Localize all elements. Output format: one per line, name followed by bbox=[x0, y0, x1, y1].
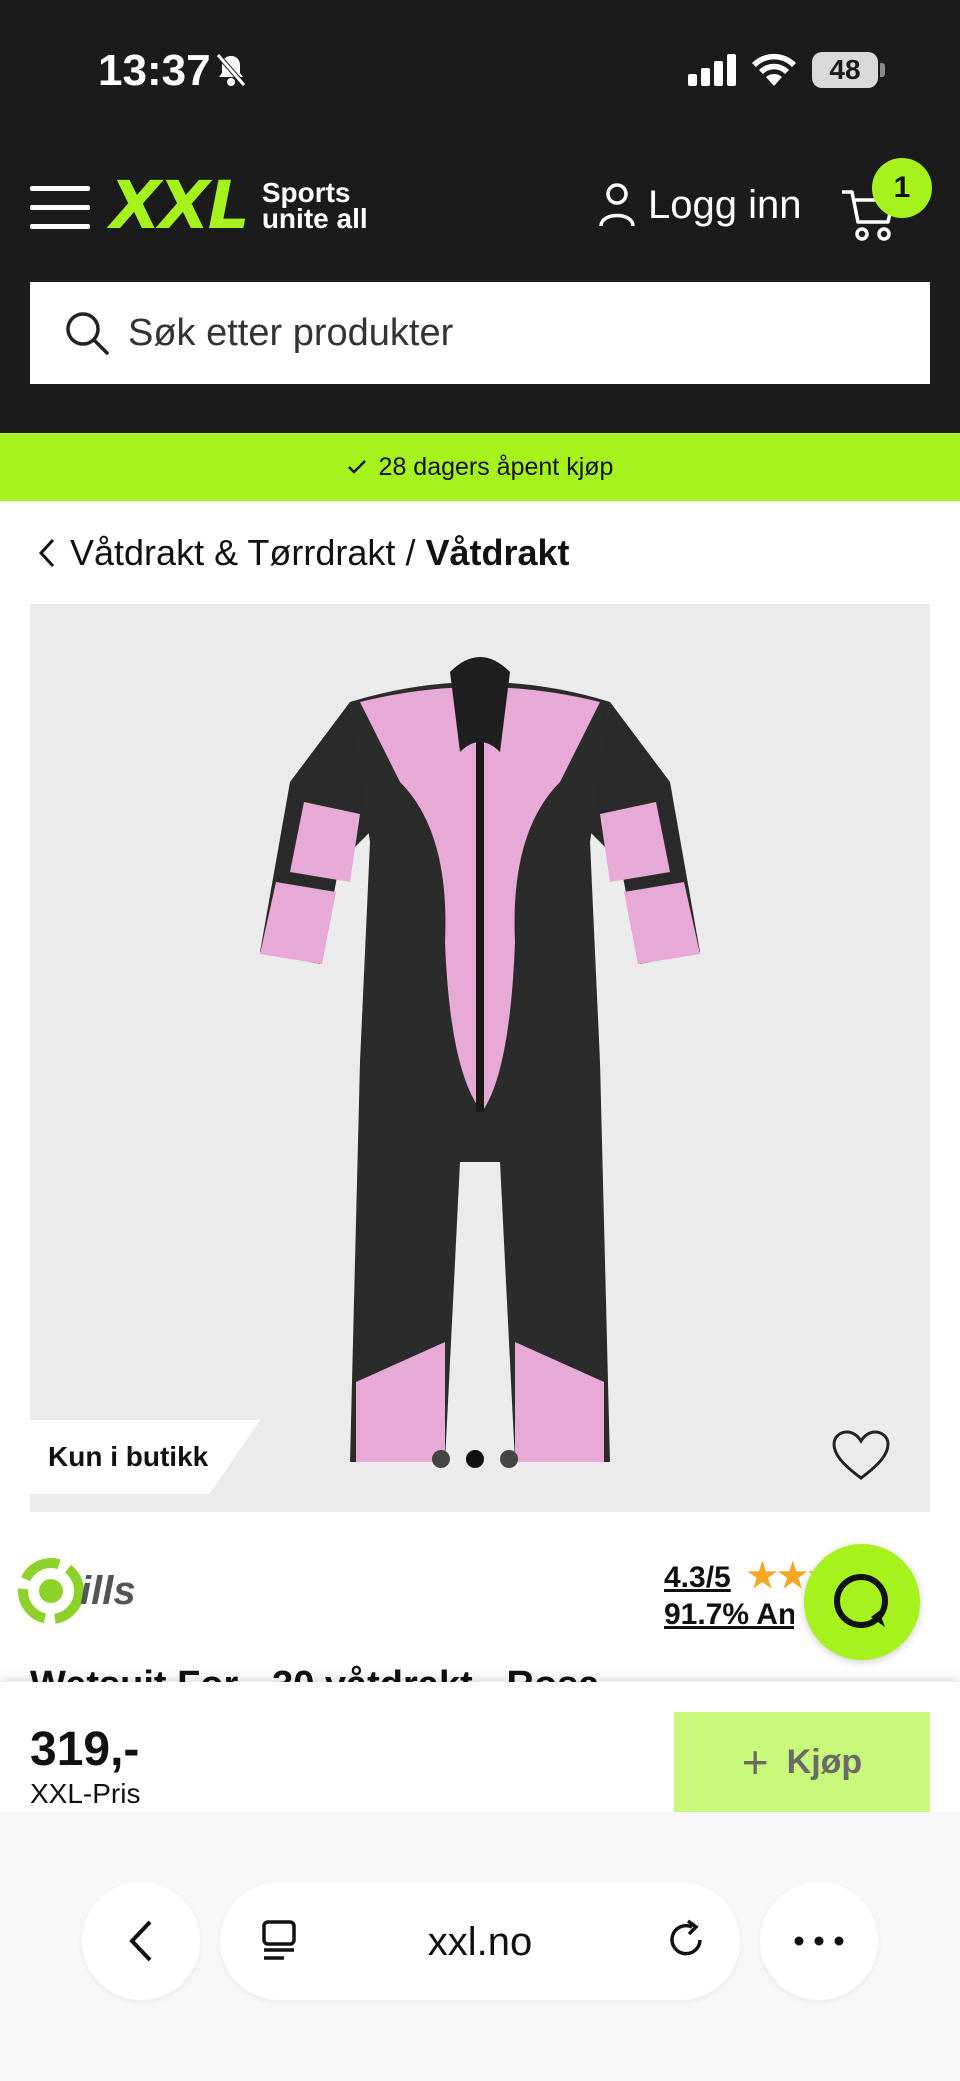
heart-icon[interactable] bbox=[832, 1430, 890, 1482]
image-pagination[interactable] bbox=[432, 1450, 534, 1468]
image-dot[interactable] bbox=[432, 1450, 450, 1468]
breadcrumb-separator: / bbox=[405, 532, 416, 573]
plus-icon: + bbox=[741, 1736, 769, 1788]
store-only-badge: Kun i butikk bbox=[30, 1420, 260, 1494]
more-dots-icon bbox=[794, 1936, 844, 1946]
image-dot-active[interactable] bbox=[466, 1450, 484, 1468]
logo-wordmark: XXL bbox=[110, 167, 250, 244]
login-label: Logg inn bbox=[648, 182, 802, 227]
more-button[interactable] bbox=[760, 1882, 878, 2000]
site-header: 13:37 48 XXL Sports unite all Logg inn 1… bbox=[0, 0, 960, 433]
product-title: Wetsuit For - 30 våtdrakt - Rosa bbox=[30, 1660, 599, 1682]
url-text: xxl.no bbox=[427, 1920, 533, 1964]
breadcrumb-parent[interactable]: Våtdrakt & Tørrdrakt bbox=[70, 532, 395, 574]
brand-logo[interactable]: ills bbox=[16, 1556, 136, 1626]
chat-bubble-icon bbox=[834, 1574, 888, 1628]
site-logo[interactable]: XXL Sports unite all bbox=[110, 167, 368, 244]
brand-name: ills bbox=[80, 1568, 136, 1613]
cart-count-badge[interactable]: 1 bbox=[872, 158, 932, 218]
buy-bar: 319,- XXL-Pris + Kjøp bbox=[0, 1682, 960, 1812]
product-image-gallery[interactable]: Kun i butikk bbox=[30, 604, 930, 1512]
back-button[interactable] bbox=[82, 1882, 200, 2000]
promo-text: 28 dagers åpent kjøp bbox=[378, 452, 614, 481]
breadcrumb: Våtdrakt & Tørrdrakt / Våtdrakt bbox=[38, 532, 570, 574]
status-time: 13:37 bbox=[98, 46, 211, 95]
address-bar[interactable]: xxl.no bbox=[220, 1882, 740, 2000]
checkmark-icon bbox=[347, 460, 366, 474]
product-image bbox=[260, 657, 700, 1462]
login-button[interactable]: Logg inn bbox=[598, 182, 801, 228]
chevron-left-icon[interactable] bbox=[38, 538, 56, 568]
wifi-icon bbox=[752, 53, 796, 86]
logo-tagline-line2: unite all bbox=[261, 203, 368, 234]
buy-button[interactable]: + Kjøp bbox=[674, 1712, 930, 1812]
rating-score: 4.3/5 bbox=[664, 1561, 731, 1594]
user-icon bbox=[599, 183, 635, 227]
breadcrumb-current: Våtdrakt bbox=[425, 532, 570, 573]
search-field[interactable]: Søk etter produkter bbox=[30, 282, 930, 384]
recommend-rate[interactable]: 91.7% Anbe bbox=[664, 1598, 794, 1632]
brand-emblem-icon bbox=[18, 1558, 84, 1624]
cellular-signal-icon bbox=[688, 54, 736, 86]
battery-indicator: 48 bbox=[812, 52, 878, 88]
logo-tagline: Sports unite all bbox=[261, 179, 368, 234]
search-icon bbox=[66, 312, 109, 355]
menu-icon[interactable] bbox=[30, 186, 90, 230]
image-dot[interactable] bbox=[500, 1450, 518, 1468]
price-label: XXL-Pris bbox=[30, 1778, 141, 1809]
battery-tip bbox=[880, 63, 885, 77]
browser-toolbar: xxl.no bbox=[0, 1812, 960, 2081]
search-placeholder: Søk etter produkter bbox=[128, 311, 454, 354]
buy-label: Kjøp bbox=[786, 1742, 863, 1781]
promo-banner: 28 dagers åpent kjøp bbox=[0, 433, 960, 501]
reload-icon[interactable] bbox=[664, 1918, 708, 1962]
bell-off-icon bbox=[216, 53, 246, 87]
chat-button[interactable] bbox=[804, 1544, 920, 1660]
chevron-left-icon bbox=[129, 1920, 152, 1962]
product-price: 319,- bbox=[30, 1723, 140, 1776]
